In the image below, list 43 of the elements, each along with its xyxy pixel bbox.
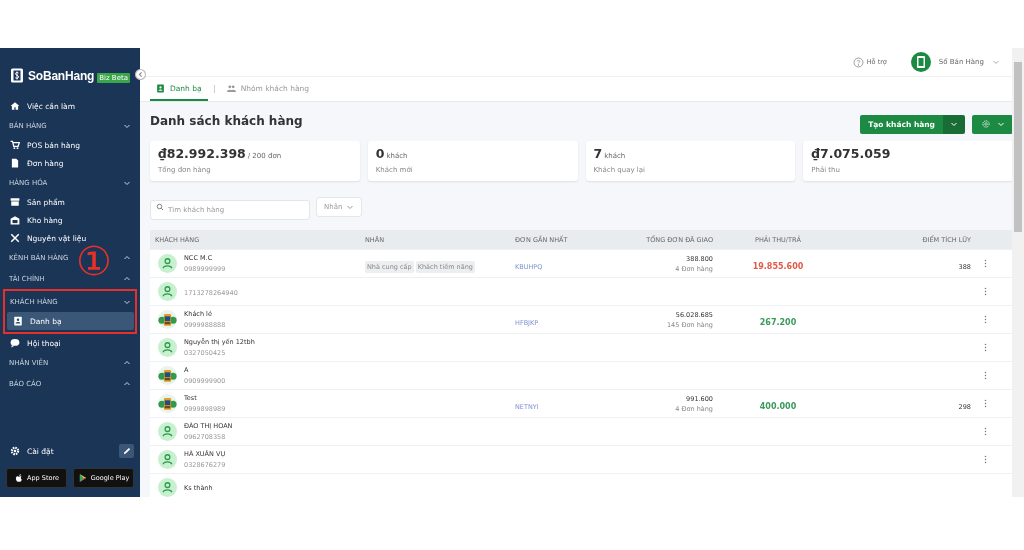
contact-card-icon [156, 83, 165, 93]
dollar-notebook-icon [9, 66, 25, 85]
page-title: Danh sách khách hàng [150, 114, 303, 128]
person-avatar-icon [158, 282, 177, 301]
chevron-down-icon [992, 58, 1000, 66]
scrollbar[interactable] [1012, 48, 1024, 497]
chevron-down-icon [996, 120, 1005, 128]
warehouse-icon [10, 215, 20, 225]
edit-button[interactable] [119, 444, 134, 458]
balance-amount: 19.855.600 [752, 262, 804, 271]
people-icon [226, 83, 236, 93]
document-icon [10, 158, 20, 168]
person-avatar-icon [158, 478, 177, 497]
step-number: ① [76, 241, 112, 281]
gear-icon [10, 446, 20, 456]
cart-icon [10, 140, 20, 150]
settings-button[interactable] [972, 114, 1013, 134]
pencil-icon [121, 446, 132, 456]
person-avatar-icon [158, 254, 177, 273]
box-icon [10, 197, 20, 207]
help-icon [852, 56, 864, 68]
search-icon [156, 203, 164, 211]
person-avatar-icon [158, 450, 177, 469]
dropdown-button[interactable] [943, 114, 965, 134]
stat-value: ₫82.992.398 [158, 146, 246, 161]
balance-amount: 400.000 [759, 402, 797, 411]
balance-amount: 267.200 [759, 318, 797, 327]
store-avatar-icon [910, 52, 931, 72]
person-avatar-icon [158, 422, 177, 441]
stat-value: 0 [375, 146, 385, 161]
gear-icon [980, 119, 991, 129]
chevron-down-icon [346, 203, 355, 211]
stat-value: 7 [593, 146, 603, 161]
stat-value: ₫7.075.059 [811, 146, 891, 161]
logo-text: SoBanHang [28, 68, 95, 83]
contact-card-icon [13, 316, 23, 326]
tools-icon [10, 233, 20, 243]
chevron-down-icon [950, 120, 958, 128]
apple-icon [14, 473, 24, 483]
chat-icon [10, 338, 20, 348]
play-icon [77, 473, 88, 483]
home-icon [10, 101, 20, 111]
person-avatar-icon [158, 338, 177, 357]
